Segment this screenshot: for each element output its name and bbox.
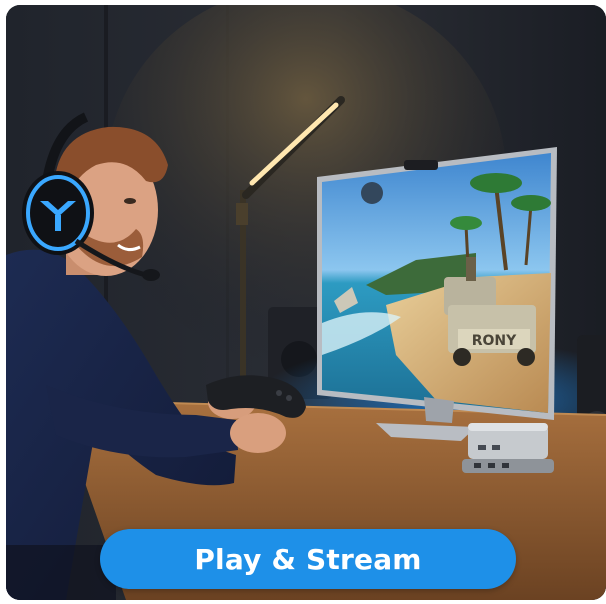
mini-pc-dock (462, 423, 554, 473)
gaming-setup-scene: RONY (6, 5, 606, 600)
banner-label: Play & Stream (194, 542, 422, 576)
monitor: RONY (317, 147, 557, 441)
product-photo: RONY Play & Stream (6, 5, 606, 600)
play-stream-banner: Play & Stream (100, 529, 516, 589)
truck-plate: RONY (472, 333, 517, 349)
